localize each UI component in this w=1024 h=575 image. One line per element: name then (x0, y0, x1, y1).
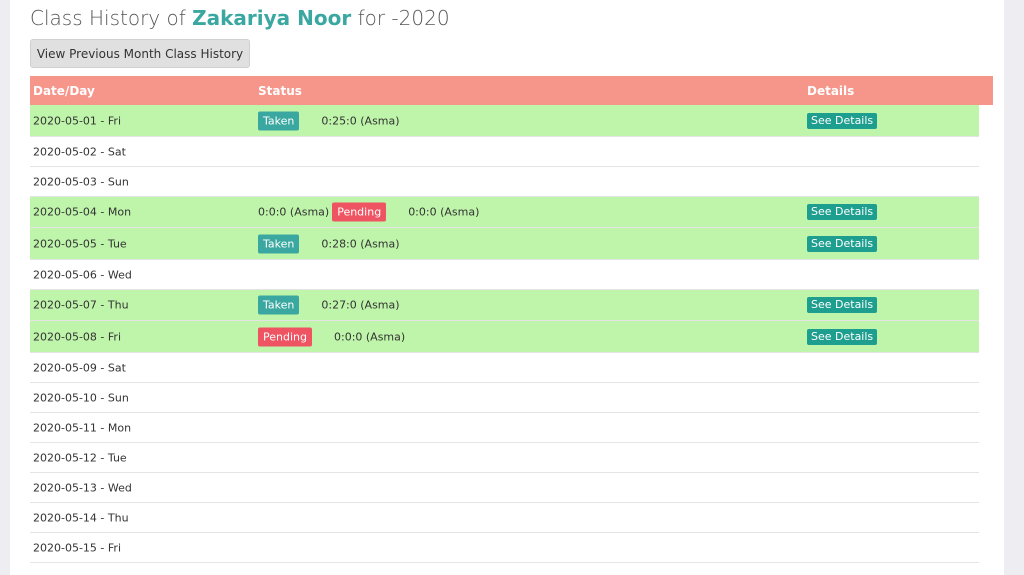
table-row: 2020-05-10 - Sun (30, 383, 979, 413)
row-date: 2020-05-09 - Sat (33, 361, 126, 374)
table-row: 2020-05-13 - Wed (30, 473, 979, 503)
status-duration: 0:28:0 (Asma) (321, 237, 400, 250)
see-details-button[interactable]: See Details (807, 297, 878, 313)
see-details-button[interactable]: See Details (807, 112, 878, 129)
status-duration-pre: 0:0:0 (Asma) (258, 205, 330, 219)
row-status: Taken 0:25:0 (Asma) (258, 111, 400, 130)
status-duration: 0:27:0 (Asma) (321, 298, 400, 312)
row-date: 2020-05-03 - Sun (33, 175, 129, 188)
row-date: 2020-05-10 - Sun (33, 391, 129, 404)
row-status: Pending 0:0:0 (Asma) (258, 327, 405, 346)
table-row: 2020-05-06 - Wed (30, 260, 979, 290)
details-cell: See Details (807, 112, 878, 129)
title-suffix: for -2020 (357, 6, 450, 30)
previous-month-button[interactable]: View Previous Month Class History (30, 39, 250, 68)
status-duration: 0:0:0 (Asma) (333, 330, 406, 343)
row-date: 2020-05-15 - Fri (33, 541, 121, 554)
details-cell: See Details (807, 297, 878, 313)
table-row: 2020-05-07 - Thu Taken 0:27:0 (Asma) See De… (30, 290, 979, 321)
row-date: 2020-05-14 - Thu (33, 511, 129, 524)
taken-badge: Taken (258, 234, 300, 253)
table-row: 2020-05-14 - Thu (30, 503, 979, 533)
row-status: Taken 0:28:0 (Asma) (258, 234, 400, 253)
row-date: 2020-05-12 - Tue (33, 451, 127, 464)
table-row: 2020-05-01 - Fri Taken 0:25:0 (Asma) See De… (30, 105, 979, 137)
page-title: Class History of Zakariya Noor for -2020 (30, 6, 450, 30)
table-row: 2020-05-04 - Mon 0:0:0 (Asma) Pending 0:0:0… (30, 197, 979, 228)
content-panel: Class History of Zakariya Noor for -2020… (10, 0, 1004, 575)
row-date: 2020-05-13 - Wed (33, 481, 132, 494)
details-cell: See Details (807, 328, 878, 345)
table-row: 2020-05-08 - Fri Pending 0:0:0 (Asma) See D… (30, 321, 979, 353)
status-duration: 0:0:0 (Asma) (408, 205, 480, 219)
header-details: Details (807, 84, 855, 98)
table-row: 2020-05-11 - Mon (30, 413, 979, 443)
see-details-button[interactable]: See Details (807, 204, 878, 220)
row-date: 2020-05-05 - Tue (33, 237, 127, 250)
table-row: 2020-05-09 - Sat (30, 353, 979, 383)
student-name: Zakariya Noor (192, 6, 352, 30)
see-details-button[interactable]: See Details (807, 235, 878, 252)
row-date: 2020-05-06 - Wed (33, 268, 132, 281)
header-status: Status (258, 84, 302, 98)
row-date: 2020-05-07 - Thu (33, 298, 129, 312)
see-details-button[interactable]: See Details (807, 328, 878, 345)
status-duration: 0:25:0 (Asma) (321, 114, 400, 127)
row-date: 2020-05-11 - Mon (33, 421, 132, 434)
table-row: 2020-05-03 - Sun (30, 167, 979, 197)
row-date: 2020-05-01 - Fri (33, 114, 121, 127)
row-status: Taken 0:27:0 (Asma) (258, 295, 400, 315)
taken-badge: Taken (258, 111, 300, 130)
title-prefix: Class History of (30, 6, 186, 30)
table-row: 2020-05-12 - Tue (30, 443, 979, 473)
table-body: 2020-05-01 - Fri Taken 0:25:0 (Asma) See De… (30, 105, 993, 563)
details-cell: See Details (807, 204, 878, 220)
header-date: Date/Day (33, 84, 95, 98)
pending-badge: Pending (258, 327, 312, 346)
row-date: 2020-05-04 - Mon (33, 205, 132, 219)
row-date: 2020-05-08 - Fri (33, 330, 121, 343)
pending-badge: Pending (332, 202, 387, 222)
table-row: 2020-05-02 - Sat (30, 137, 979, 167)
table-row: 2020-05-15 - Fri (30, 533, 979, 563)
row-date: 2020-05-02 - Sat (33, 145, 126, 158)
row-status: 0:0:0 (Asma) Pending 0:0:0 (Asma) (258, 202, 480, 222)
table-row: 2020-05-05 - Tue Taken 0:28:0 (Asma) See De… (30, 228, 979, 260)
details-cell: See Details (807, 235, 878, 252)
class-history-table: Date/Day Status Details 2020-05-01 - Fri… (30, 76, 993, 563)
table-header: Date/Day Status Details (30, 76, 993, 105)
taken-badge: Taken (258, 295, 300, 315)
